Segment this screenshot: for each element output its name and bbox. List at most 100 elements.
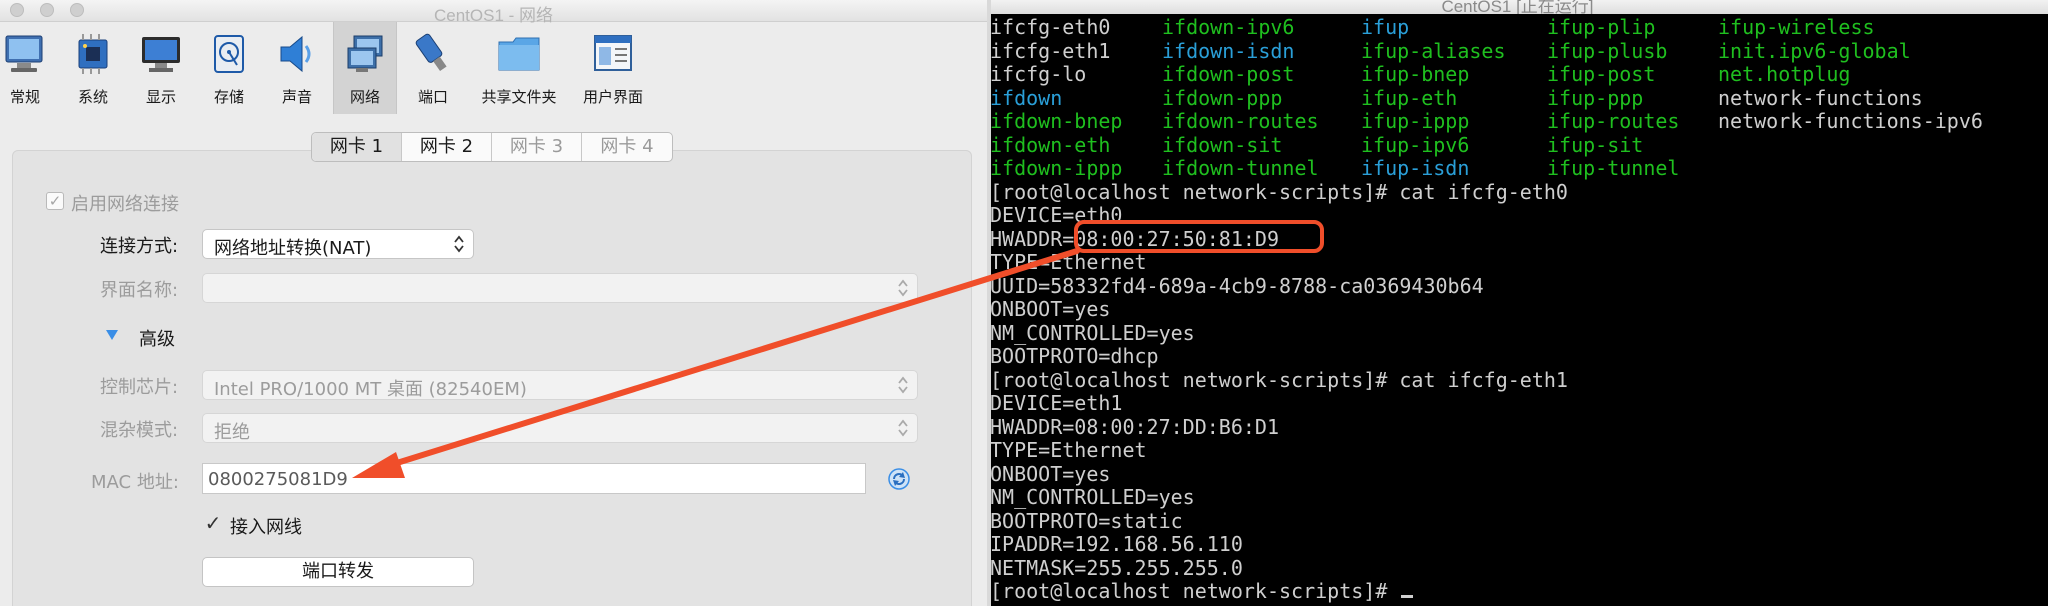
cable-connected-checkbox[interactable]: ✓ <box>204 513 222 533</box>
terminal-line: BOOTPROTO=dhcp <box>990 344 2045 369</box>
terminal-title: CentOS1 [正在运行] <box>1441 0 1594 14</box>
attached-to-label: 连接方式: <box>100 236 179 257</box>
disk-icon <box>214 35 244 73</box>
ls-entry: ifdown-sit <box>1162 132 1283 157</box>
port-forwarding-button[interactable]: 端口转发 <box>202 557 474 587</box>
terminal-line: [root@localhost network-scripts]# cat if… <box>990 367 2045 393</box>
ls-entry: ifup-wireless <box>1718 15 1875 39</box>
ls-entry: ifdown-ppp <box>1162 85 1283 110</box>
ls-entry: ifdown-tunnel <box>1162 156 1319 180</box>
adapter-type-select[interactable]: Intel PRO/1000 MT 桌面 (82540EM) <box>202 370 918 400</box>
mac-address-field[interactable]: 0800275081D9 <box>202 463 866 494</box>
interface-name-select[interactable] <box>202 273 918 303</box>
terminal-line-text: NETMASK=255.255.255.0 <box>990 555 1243 580</box>
ls-row: ifdown ifdown-ppp ifup-eth ifup-ppp network-… <box>990 85 2045 111</box>
toolbar-system[interactable]: 系统 <box>68 22 118 114</box>
ls-entry: ifdown-eth <box>990 132 1111 157</box>
speaker-icon <box>280 35 311 73</box>
toolbar-shared-folders[interactable]: 共享文件夹 <box>474 22 564 114</box>
attached-to-value: 网络地址转换(NAT) <box>214 238 372 259</box>
refresh-mac-icon[interactable] <box>887 467 911 491</box>
toolbar-label: 端口 <box>417 88 448 106</box>
adapter-tabs: 网卡 1 网卡 2 网卡 3 网卡 4 <box>311 132 673 162</box>
toolbar-label: 用户界面 <box>582 88 643 106</box>
promiscuous-mode-select[interactable]: 拒绝 <box>202 413 918 443</box>
toolbar-audio[interactable]: 声音 <box>272 22 322 114</box>
cable-connected-label: 接入网线 <box>230 517 302 538</box>
vbox-settings-window: CentOS1 - 网络 常规 系统 显示 存储 声音 网络 端口 共享文件夹 … <box>0 0 987 606</box>
ls-entry: ifdown-isdn <box>1162 38 1295 63</box>
ls-row: ifdown-bnep ifdown-routes ifup-ippp ifup-ro… <box>990 109 2045 134</box>
enable-network-label: 启用网络连接 <box>71 194 179 215</box>
ls-entry: ifcfg-eth1 <box>990 38 1111 63</box>
ls-entry: ifdown-bnep <box>990 109 1123 133</box>
ls-entry: ifdown-routes <box>1162 109 1319 133</box>
promiscuous-mode-value: 拒绝 <box>214 422 250 443</box>
display-icon <box>142 37 180 72</box>
terminal-line-text: DEVICE=eth1 <box>990 391 1123 415</box>
terminal-line: NM_CONTROLLED=yes <box>990 321 2045 346</box>
ls-entry: ifup-routes <box>1547 109 1680 133</box>
ls-entry: net.hotplug <box>1718 62 1851 86</box>
terminal-line-text: [root@localhost network-scripts]# <box>990 579 1400 603</box>
terminal-line-text: HWADDR=08:00:27:50:81:D9 <box>990 226 1279 251</box>
window-titlebar: CentOS1 - 网络 <box>0 0 987 25</box>
terminal-line-text: DEVICE=eth0 <box>990 203 1123 227</box>
advanced-label[interactable]: 高级 <box>139 325 175 351</box>
terminal-line: TYPE=Ethernet <box>990 438 2045 463</box>
toolbar-label: 系统 <box>77 88 108 106</box>
terminal-line: ONBOOT=yes <box>990 462 2045 487</box>
toolbar-ports[interactable]: 端口 <box>408 22 458 114</box>
ls-entry: network-functions <box>1718 85 1923 110</box>
ls-entry: ifup-eth <box>1361 85 1458 110</box>
terminal-window[interactable]: CentOS1 [正在运行] ifcfg-eth0 ifdown-ipv6 ifup… <box>987 0 2048 606</box>
terminal-line: [root@localhost network-scripts]# cat if… <box>990 179 2045 205</box>
ls-entry: ifup-ipv6 <box>1361 132 1470 157</box>
terminal-line: NETMASK=255.255.255.0 <box>990 555 2045 581</box>
terminal-line-text: [root@localhost network-scripts]# cat if… <box>990 367 1568 392</box>
toolbar-general[interactable]: 常规 <box>0 22 50 114</box>
terminal-line-text: [root@localhost network-scripts]# cat if… <box>990 179 1568 204</box>
toolbar-display[interactable]: 显示 <box>136 22 186 114</box>
ls-entry: ifup-plusb <box>1547 38 1668 63</box>
toolbar-label: 常规 <box>9 88 40 106</box>
terminal-line: TYPE=Ethernet <box>990 250 2045 275</box>
terminal-output: ifcfg-eth0 ifdown-ipv6 ifup ifup-plip ifup-w… <box>990 15 2045 604</box>
ls-row: ifdown-eth ifdown-sit ifup-ipv6 ifup-sit <box>990 132 2045 158</box>
terminal-line-text: TYPE=Ethernet <box>990 438 1147 462</box>
terminal-line: HWADDR=08:00:27:50:81:D9 <box>990 226 2045 252</box>
ls-row: ifcfg-eth1 ifdown-isdn ifup-aliases ifup-pl… <box>990 38 2045 64</box>
ls-entry: ifup-tunnel <box>1547 156 1680 180</box>
toolbar-user-interface[interactable]: 用户界面 <box>575 22 651 114</box>
terminal-line-text: NM_CONTROLLED=yes <box>990 485 1195 509</box>
toolbar-label: 声音 <box>281 88 312 106</box>
promiscuous-mode-label: 混杂模式: <box>100 420 179 441</box>
ls-entry: ifup <box>1361 15 1410 39</box>
toolbar-label: 存储 <box>213 88 244 106</box>
toolbar-network[interactable]: 网络 <box>333 22 397 114</box>
ls-entry: ifdown-post <box>1162 62 1295 86</box>
attached-to-select[interactable]: 网络地址转换(NAT) <box>202 229 474 259</box>
toolbar-label: 网络 <box>349 88 380 106</box>
disclosure-triangle-icon[interactable] <box>105 329 119 341</box>
ls-entry: ifup-isdn <box>1361 156 1470 180</box>
ls-entry: network-functions-ipv6 <box>1718 109 1983 133</box>
enable-network-checkbox[interactable]: ✓ <box>46 192 64 210</box>
terminal-line-text: BOOTPROTO=dhcp <box>990 344 1159 368</box>
adapter-type-value: Intel PRO/1000 MT 桌面 (82540EM) <box>214 379 527 400</box>
chip-icon <box>78 34 108 74</box>
ls-entry: ifup-ippp <box>1361 109 1470 133</box>
folder-icon <box>498 37 540 71</box>
terminal-titlebar: CentOS1 [正在运行] <box>987 0 2048 14</box>
ls-entry: ifcfg-eth0 <box>990 15 1111 39</box>
toolbar-label: 共享文件夹 <box>481 88 557 106</box>
ls-entry: ifcfg-lo <box>990 62 1087 86</box>
tab-adapter-1[interactable]: 网卡 1 <box>312 133 402 161</box>
ls-entry: ifdown <box>990 85 1063 110</box>
terminal-line: DEVICE=eth1 <box>990 391 2045 416</box>
tab-adapter-2[interactable]: 网卡 2 <box>402 133 492 161</box>
terminal-prompt-line: [root@localhost network-scripts]# <box>990 579 2045 604</box>
toolbar-storage[interactable]: 存储 <box>204 22 254 114</box>
tab-adapter-3[interactable]: 网卡 3 <box>492 133 582 161</box>
tab-adapter-4[interactable]: 网卡 4 <box>582 133 672 161</box>
